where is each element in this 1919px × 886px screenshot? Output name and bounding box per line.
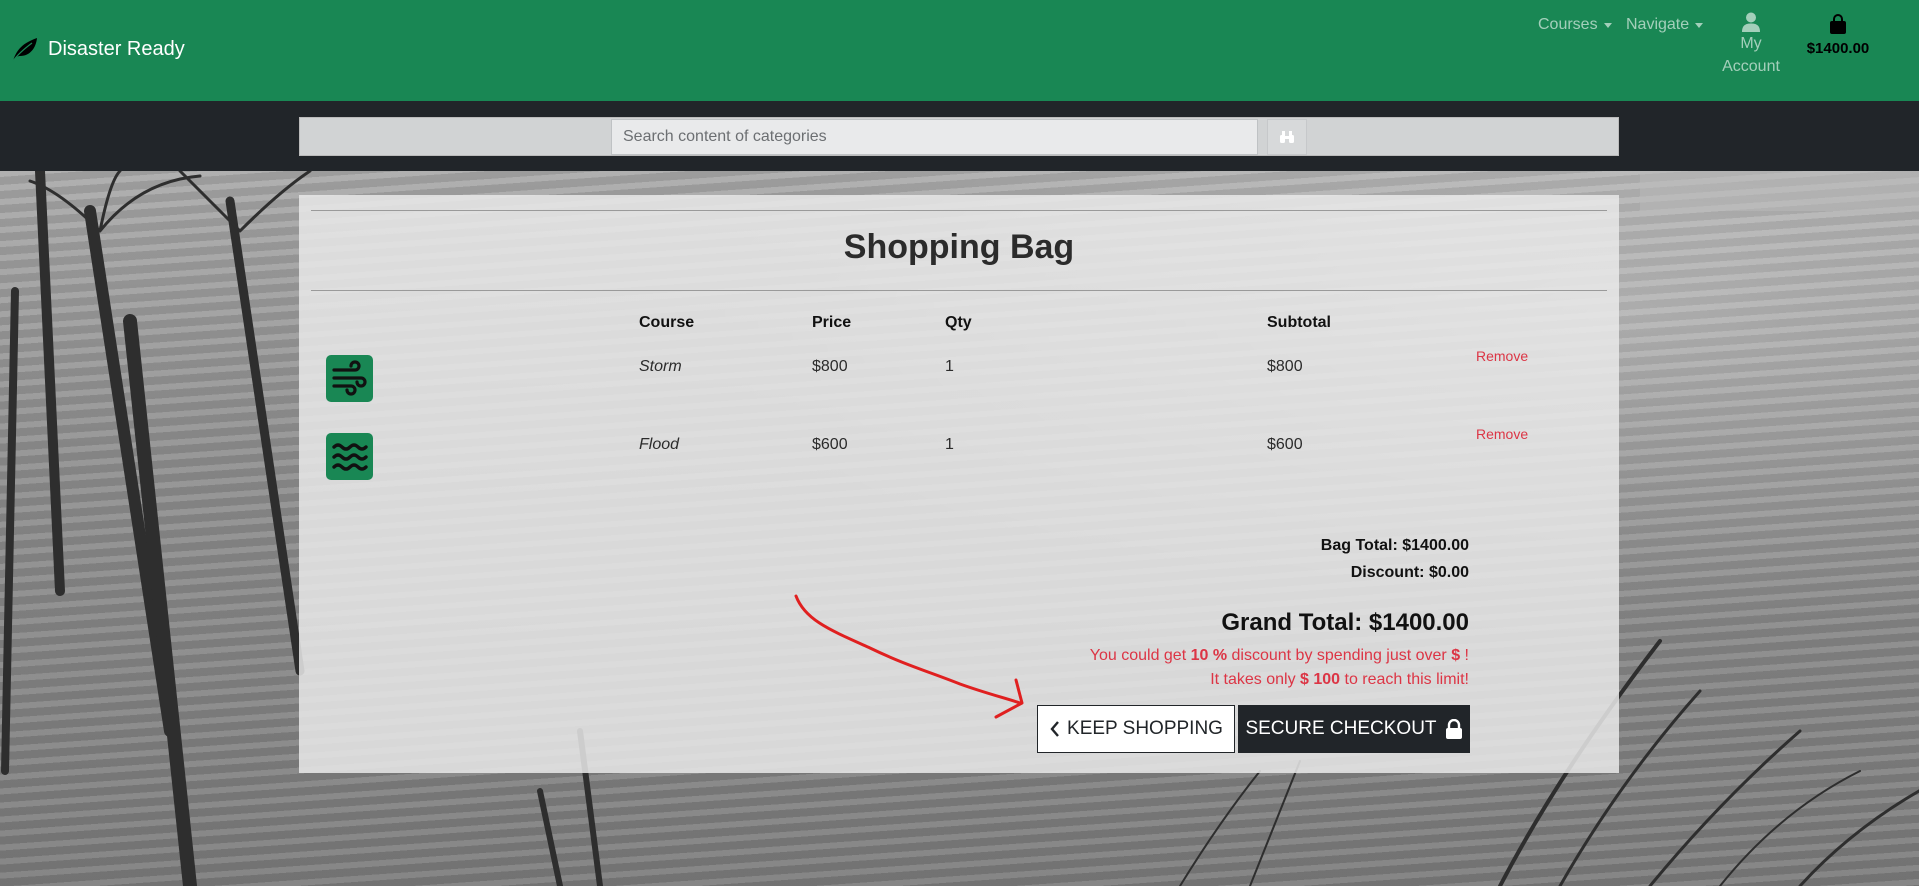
bag-total-amount: $1400.00 bbox=[1806, 40, 1870, 57]
page-title: Shopping Bag bbox=[843, 228, 1075, 266]
account-label-line2: Account bbox=[1722, 58, 1780, 75]
secure-checkout-label: SECURE CHECKOUT bbox=[1245, 718, 1437, 739]
divider bbox=[311, 290, 1607, 291]
course-qty: 1 bbox=[945, 358, 954, 375]
navigate-dropdown[interactable]: Navigate bbox=[1626, 16, 1704, 34]
course-subtotal: $800 bbox=[1267, 358, 1303, 375]
course-price: $600 bbox=[812, 436, 848, 453]
shopping-bag-card: Shopping Bag Course Price Qty Subtotal S… bbox=[299, 195, 1619, 773]
promo-text: ! bbox=[1460, 647, 1469, 664]
discount-promo-line2: It takes only $ 100 to reach this limit! bbox=[1210, 671, 1469, 689]
search-container bbox=[299, 117, 1619, 156]
promo-percent: 10 % bbox=[1190, 647, 1228, 664]
course-qty: 1 bbox=[945, 436, 954, 453]
search-button[interactable] bbox=[1267, 119, 1307, 155]
search-bar bbox=[0, 101, 1919, 171]
chevron-down-icon bbox=[1695, 22, 1704, 28]
top-navbar: Disaster Ready Courses Navigate My Accou… bbox=[0, 0, 1919, 101]
column-header-price: Price bbox=[812, 314, 852, 331]
leaf-icon bbox=[12, 38, 37, 62]
brand-name: Disaster Ready bbox=[48, 37, 185, 60]
column-header-qty: Qty bbox=[945, 314, 972, 331]
my-account-link[interactable]: My Account bbox=[1716, 12, 1786, 78]
promo-text: It takes only bbox=[1210, 671, 1301, 688]
courses-dropdown[interactable]: Courses bbox=[1538, 16, 1612, 34]
shopping-bag-link[interactable]: $1400.00 bbox=[1800, 14, 1876, 57]
column-header-course: Course bbox=[639, 314, 695, 331]
waves-icon bbox=[331, 442, 368, 471]
shopping-bag-icon bbox=[1830, 14, 1846, 34]
wind-icon bbox=[331, 359, 367, 396]
remove-link[interactable]: Remove bbox=[1476, 426, 1528, 442]
chevron-down-icon bbox=[1603, 22, 1612, 28]
discount-total: Discount: $0.00 bbox=[1350, 564, 1469, 581]
secure-checkout-button[interactable]: SECURE CHECKOUT bbox=[1238, 705, 1470, 753]
search-input[interactable] bbox=[611, 119, 1258, 155]
user-icon bbox=[1742, 12, 1760, 32]
course-name: Flood bbox=[639, 436, 680, 453]
promo-amount: $ 100 bbox=[1300, 671, 1341, 688]
column-header-subtotal: Subtotal bbox=[1267, 314, 1331, 331]
promo-text: You could get bbox=[1089, 647, 1191, 664]
course-thumbnail bbox=[326, 433, 373, 480]
promo-text: to reach this limit! bbox=[1340, 671, 1470, 688]
course-thumbnail bbox=[326, 355, 373, 402]
discount-promo-line1: You could get 10 % discount by spending … bbox=[1090, 647, 1469, 665]
keep-shopping-button[interactable]: KEEP SHOPPING bbox=[1037, 705, 1235, 753]
course-name: Storm bbox=[639, 358, 682, 375]
promo-currency: $ bbox=[1451, 647, 1461, 664]
keep-shopping-label: KEEP SHOPPING bbox=[1067, 718, 1223, 739]
binoculars-icon bbox=[1280, 131, 1294, 143]
navigate-label: Navigate bbox=[1626, 16, 1690, 33]
chevron-left-icon bbox=[1050, 721, 1059, 737]
promo-text: discount by spending just over bbox=[1227, 647, 1452, 664]
bag-total: Bag Total: $1400.00 bbox=[1320, 537, 1469, 554]
lock-icon bbox=[1445, 719, 1462, 739]
course-subtotal: $600 bbox=[1267, 436, 1303, 453]
course-price: $800 bbox=[812, 358, 848, 375]
grand-total: Grand Total: $1400.00 bbox=[1221, 609, 1469, 636]
account-label-line1: My bbox=[1740, 35, 1762, 52]
brand-link[interactable]: Disaster Ready bbox=[10, 34, 185, 64]
divider bbox=[311, 210, 1607, 211]
remove-link[interactable]: Remove bbox=[1476, 348, 1528, 364]
courses-label: Courses bbox=[1538, 16, 1598, 33]
